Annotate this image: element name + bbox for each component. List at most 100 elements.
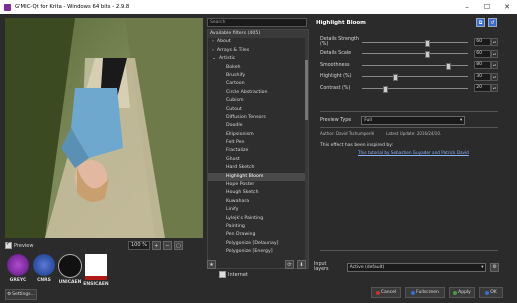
filter-category[interactable]: ⌄ Artistic bbox=[208, 55, 308, 63]
filter-item[interactable]: Polygonize [Delaunay] bbox=[208, 240, 308, 248]
close-button[interactable]: ✕ bbox=[497, 0, 517, 14]
filter-item[interactable]: Felt Pen bbox=[208, 139, 308, 147]
filter-item[interactable]: Ellipsionism bbox=[208, 131, 308, 139]
parameter-slider[interactable] bbox=[361, 39, 469, 47]
minimize-button[interactable]: – bbox=[457, 0, 477, 14]
filter-category[interactable]: › About bbox=[208, 38, 308, 46]
spin-arrows-icon[interactable]: ▴▾ bbox=[491, 49, 498, 58]
filter-item[interactable]: Brushify bbox=[208, 72, 308, 80]
settings-button[interactable]: ⚙ Settings... bbox=[5, 289, 37, 300]
filter-item[interactable]: Highlight Bloom bbox=[208, 172, 308, 182]
author-info: Author: David Tschumperlé Latest Update:… bbox=[320, 131, 441, 136]
filter-item[interactable]: Hough Sketch bbox=[208, 189, 308, 197]
unicaen-logo-icon bbox=[58, 254, 82, 278]
cancel-button[interactable]: Cancel bbox=[371, 287, 401, 298]
fullscreen-button[interactable]: Fullscreen bbox=[405, 287, 445, 298]
ok-icon bbox=[485, 290, 490, 295]
filter-item[interactable]: Cubism bbox=[208, 97, 308, 105]
filter-search-input[interactable]: Search bbox=[207, 18, 307, 27]
zoom-reset-icon[interactable]: ▢ bbox=[173, 241, 183, 250]
expand-arrow-icon[interactable]: › bbox=[212, 39, 214, 44]
input-layers-select[interactable]: Active (default) bbox=[346, 262, 487, 272]
filter-category-label: Arrays & Tiles bbox=[216, 47, 250, 53]
parameter-row: Smoothness 80 ▴▾ bbox=[320, 61, 498, 70]
filter-item[interactable]: Linify bbox=[208, 206, 308, 214]
apply-icon bbox=[453, 290, 458, 295]
window-title: G'MIC-Qt for Krita - Windows 64 bits - 2… bbox=[15, 4, 130, 10]
filter-tree[interactable]: Available filters (405) › About › Arrays & … bbox=[207, 29, 309, 269]
zoom-controls: 100 % + − ▢ bbox=[128, 241, 183, 250]
spin-arrows-icon[interactable]: ▴▾ bbox=[491, 61, 498, 69]
filter-item[interactable]: Doodle bbox=[208, 122, 308, 130]
preview-type-row: Preview Type Full bbox=[320, 116, 466, 125]
slider-handle[interactable] bbox=[424, 51, 430, 58]
filter-category[interactable]: › Arrays & Tiles bbox=[208, 47, 308, 55]
filter-item[interactable]: Bokeh bbox=[208, 64, 308, 72]
filter-item[interactable]: Diffusion Tensors bbox=[208, 114, 308, 122]
expand-arrow-icon[interactable]: ⌄ bbox=[212, 56, 216, 61]
refresh-icon[interactable]: ⟳ bbox=[285, 260, 294, 269]
spin-arrows-icon[interactable]: ▴▾ bbox=[491, 38, 498, 46]
preview-image[interactable] bbox=[5, 18, 203, 238]
slider-handle[interactable] bbox=[424, 39, 430, 47]
maximize-button[interactable]: ☐ bbox=[477, 0, 497, 14]
filter-item[interactable]: Pen Drawing bbox=[208, 231, 308, 239]
parameter-value-input[interactable]: 30 bbox=[474, 72, 492, 81]
filter-tree-header: Available filters (405) bbox=[208, 30, 308, 39]
parameter-label: Details Scale bbox=[320, 51, 352, 56]
parameter-value-input[interactable]: 60 bbox=[474, 49, 492, 58]
parameter-slider[interactable] bbox=[361, 74, 469, 81]
filter-item[interactable]: Painting bbox=[208, 223, 308, 231]
parameter-value-input[interactable]: 80 bbox=[474, 61, 492, 69]
filter-item[interactable]: Hard Sketch bbox=[208, 164, 308, 172]
greyc-logo: GREYC bbox=[5, 254, 31, 283]
filter-item[interactable]: Ghost bbox=[208, 156, 308, 164]
slider-handle[interactable] bbox=[445, 62, 451, 70]
slider-handle[interactable] bbox=[382, 85, 388, 93]
slider-handle[interactable] bbox=[393, 74, 398, 81]
filter-scrollbar-thumb[interactable] bbox=[305, 60, 308, 120]
filter-category-label: Artistic bbox=[218, 56, 236, 62]
preview-type-label: Preview Type bbox=[320, 118, 352, 123]
input-layers-label: Input layers bbox=[314, 262, 329, 272]
filter-item[interactable]: Kuwahara bbox=[208, 198, 308, 206]
zoom-out-icon[interactable]: − bbox=[162, 241, 172, 250]
apply-button[interactable]: Apply bbox=[449, 287, 475, 298]
internet-checkbox[interactable] bbox=[219, 271, 226, 278]
download-icon[interactable]: ⬇ bbox=[297, 260, 306, 269]
filter-item[interactable]: Cartoon bbox=[208, 80, 308, 88]
parameter-slider[interactable] bbox=[361, 85, 469, 93]
parameter-slider[interactable] bbox=[361, 62, 469, 70]
filter-item[interactable]: Lylejk's Painting bbox=[208, 215, 308, 223]
favorite-icon[interactable]: ★ bbox=[207, 260, 216, 269]
zoom-in-icon[interactable]: + bbox=[151, 241, 161, 250]
parameter-label: Contrast (%) bbox=[320, 85, 351, 91]
filter-item[interactable]: Hope Poster bbox=[208, 181, 308, 189]
zoom-input[interactable]: 100 % bbox=[128, 241, 150, 250]
parameter-value-input[interactable]: 60 bbox=[474, 38, 492, 46]
filter-scrollbar[interactable] bbox=[305, 30, 308, 268]
expand-arrow-icon[interactable]: › bbox=[212, 48, 214, 53]
cancel-icon bbox=[375, 290, 380, 295]
internet-toggle[interactable]: Internet bbox=[219, 271, 248, 278]
cnrs-logo-icon bbox=[33, 254, 55, 276]
separator bbox=[320, 250, 498, 251]
input-layers-options-icon[interactable]: ⚙ bbox=[490, 262, 499, 272]
author-text: Author: David Tschumperlé bbox=[320, 131, 375, 136]
spin-arrows-icon[interactable]: ▴▾ bbox=[491, 84, 498, 92]
parameter-value-input[interactable]: 20 bbox=[474, 84, 492, 92]
tutorial-link[interactable]: This tutorial by Sebastien Guyader and P… bbox=[358, 150, 469, 155]
copy-icon[interactable]: ⧉ bbox=[476, 18, 485, 27]
preview-type-select[interactable]: Full bbox=[361, 116, 466, 125]
parameter-slider[interactable] bbox=[361, 51, 469, 58]
parameter-row: Details Scale 60 ▴▾ bbox=[320, 49, 498, 58]
filter-item[interactable]: Fractalize bbox=[208, 147, 308, 155]
ok-button[interactable]: OK bbox=[479, 287, 503, 298]
spin-arrows-icon[interactable]: ▴▾ bbox=[491, 72, 498, 81]
reset-icon[interactable]: ↺ bbox=[488, 18, 497, 27]
filter-item[interactable]: Polygonize [Energy] bbox=[208, 248, 308, 256]
filter-item[interactable]: Circle Abstraction bbox=[208, 89, 308, 97]
preview-checkbox[interactable] bbox=[5, 241, 12, 249]
filter-item[interactable]: Cutout bbox=[208, 106, 308, 114]
greyc-logo-icon bbox=[7, 254, 29, 276]
